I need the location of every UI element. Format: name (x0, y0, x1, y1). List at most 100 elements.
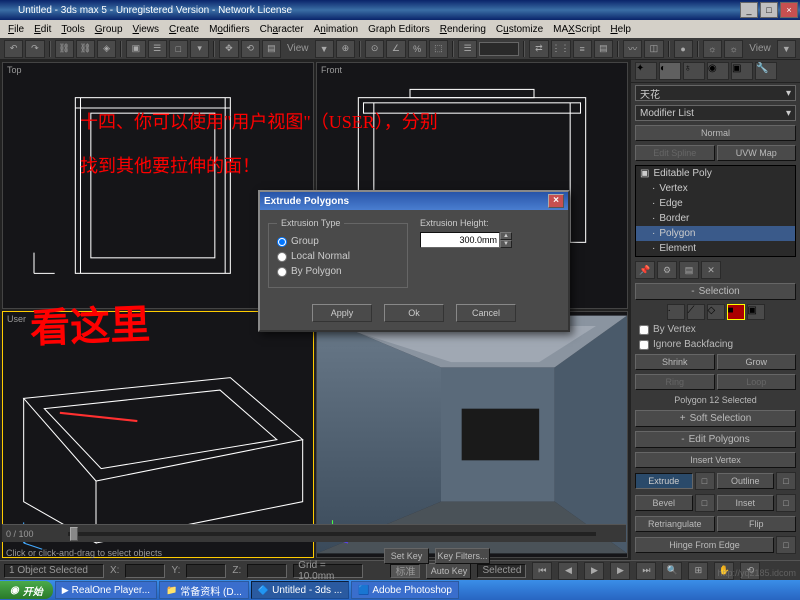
coord-dropdown[interactable]: ▼ (315, 40, 334, 58)
next-frame-icon[interactable]: ▶ (610, 562, 630, 580)
viewport-user[interactable]: User (2, 311, 314, 558)
menu-rendering[interactable]: Rendering (436, 22, 490, 37)
cb-by-vertex[interactable]: By Vertex (631, 322, 800, 337)
btn-ring[interactable]: Ring (635, 374, 715, 390)
close-button[interactable]: × (780, 2, 798, 18)
sel-element-icon[interactable]: ▣ (747, 304, 765, 320)
trackview-button[interactable]: 〰 (623, 40, 642, 58)
stack-pin-icon[interactable]: 📌 (635, 261, 655, 279)
tab-hierarchy[interactable]: ♁ (683, 62, 705, 80)
btn-hinge[interactable]: Hinge From Edge (635, 537, 774, 553)
render-type-dropdown[interactable]: ▼ (777, 40, 796, 58)
menu-customize[interactable]: Customize (492, 22, 547, 37)
btn-bevel[interactable]: Bevel (635, 495, 693, 511)
angle-snap-button[interactable]: ∠ (386, 40, 405, 58)
btn-extrude[interactable]: Extrude (635, 473, 693, 489)
btn-bevel-settings[interactable]: □ (695, 494, 715, 512)
menu-edit[interactable]: Edit (30, 22, 55, 37)
layer-button[interactable]: ▤ (594, 40, 613, 58)
modifier-stack[interactable]: ▣ Editable Poly · Vertex · Edge · Border… (635, 165, 796, 257)
menu-create[interactable]: Create (165, 22, 203, 37)
named-sel-button[interactable]: ☰ (458, 40, 477, 58)
rollout-soft-selection[interactable]: + Soft Selection (635, 410, 796, 427)
radio-local-normal[interactable]: Local Normal (277, 249, 399, 264)
object-name-field[interactable]: 天花▾ (635, 85, 796, 101)
goto-start-icon[interactable]: ⏮ (532, 562, 552, 580)
mirror-button[interactable]: ⇄ (529, 40, 548, 58)
stack-config-icon[interactable]: ⚙ (657, 261, 677, 279)
spinner-down-icon[interactable]: ▼ (500, 240, 512, 248)
menu-help[interactable]: Help (606, 22, 635, 37)
stack-edge[interactable]: · Edge (636, 196, 795, 211)
menu-modifiers[interactable]: Modifiers (205, 22, 254, 37)
filter-button[interactable]: ▾ (190, 40, 209, 58)
z-field[interactable] (247, 564, 287, 578)
stack-editable-poly[interactable]: ▣ Editable Poly (636, 166, 795, 181)
menu-group[interactable]: Group (91, 22, 127, 37)
stack-border[interactable]: · Border (636, 211, 795, 226)
menu-file[interactable]: File (4, 22, 28, 37)
rollout-edit-polygons[interactable]: - Edit Polygons (635, 431, 796, 448)
percent-snap-button[interactable]: % (408, 40, 427, 58)
btn-grow[interactable]: Grow (717, 354, 797, 370)
modifier-list-dropdown[interactable]: Modifier List▾ (635, 105, 796, 121)
spinner-snap-button[interactable]: ⬚ (429, 40, 448, 58)
menu-character[interactable]: Character (256, 22, 308, 37)
keyfilters-button[interactable]: Key Filters... (435, 548, 490, 564)
render-scene-button[interactable]: ☼ (703, 40, 722, 58)
btn-hinge-settings[interactable]: □ (776, 536, 796, 554)
y-field[interactable] (186, 564, 226, 578)
stack-vertex[interactable]: · Vertex (636, 181, 795, 196)
prev-frame-icon[interactable]: ◀ (558, 562, 578, 580)
align-button[interactable]: ≡ (573, 40, 592, 58)
btn-shrink[interactable]: Shrink (635, 354, 715, 370)
dialog-titlebar[interactable]: Extrude Polygons × (260, 192, 568, 210)
rollout-selection[interactable]: - Selection (635, 283, 796, 300)
play-icon[interactable]: ▶ (584, 562, 604, 580)
menu-views[interactable]: Views (129, 22, 164, 37)
redo-button[interactable]: ↷ (25, 40, 44, 58)
radio-group[interactable]: Group (277, 234, 399, 249)
x-field[interactable] (125, 564, 165, 578)
sel-edge-icon[interactable]: ⟋ (687, 304, 705, 320)
radio-by-polygon[interactable]: By Polygon (277, 264, 399, 279)
tab-create[interactable]: ✦ (635, 62, 657, 80)
time-slider[interactable]: 0 / 100 (2, 524, 626, 542)
btn-editspline[interactable]: Edit Spline (635, 145, 715, 161)
btn-insert-vertex[interactable]: Insert Vertex (635, 452, 796, 468)
apply-button[interactable]: Apply (312, 304, 372, 322)
dialog-close-button[interactable]: × (548, 194, 564, 208)
sel-border-icon[interactable]: ◇ (707, 304, 725, 320)
setkey-button[interactable]: Set Key (384, 548, 429, 564)
move-button[interactable]: ✥ (219, 40, 238, 58)
select-region-button[interactable]: □ (169, 40, 188, 58)
task-realone[interactable]: ▶ RealOne Player... (55, 581, 157, 599)
btn-inset-settings[interactable]: □ (776, 494, 796, 512)
minimize-button[interactable]: _ (740, 2, 758, 18)
btn-outline[interactable]: Outline (717, 473, 775, 489)
array-button[interactable]: ⋮⋮ (551, 40, 571, 58)
menu-maxscript[interactable]: MAXScript (549, 22, 604, 37)
ok-button[interactable]: Ok (384, 304, 444, 322)
stack-element[interactable]: · Element (636, 241, 795, 256)
extrusion-height-input[interactable] (420, 232, 500, 248)
stack-remove-icon[interactable]: ✕ (701, 261, 721, 279)
stack-endresult-icon[interactable]: ▤ (679, 261, 699, 279)
schematic-button[interactable]: ◫ (644, 40, 663, 58)
btn-uvwmap[interactable]: UVW Map (717, 145, 797, 161)
snap-button[interactable]: ⊙ (365, 40, 384, 58)
select-button[interactable]: ▣ (126, 40, 145, 58)
stack-polygon[interactable]: · Polygon (636, 226, 795, 241)
start-button[interactable]: ◉ 开始 (0, 581, 53, 599)
undo-button[interactable]: ↶ (4, 40, 23, 58)
tab-modify[interactable]: ◐ (659, 62, 681, 80)
menu-animation[interactable]: Animation (310, 22, 362, 37)
spinner-up-icon[interactable]: ▲ (500, 232, 512, 240)
btn-retriangulate[interactable]: Retriangulate (635, 516, 715, 532)
btn-extrude-settings[interactable]: □ (695, 472, 715, 490)
zoom-all-icon[interactable]: ⊞ (688, 562, 708, 580)
viewport-perspective[interactable] (316, 311, 628, 558)
btn-flip[interactable]: Flip (717, 516, 797, 532)
time-handle[interactable] (70, 527, 78, 541)
goto-end-icon[interactable]: ⏭ (636, 562, 656, 580)
